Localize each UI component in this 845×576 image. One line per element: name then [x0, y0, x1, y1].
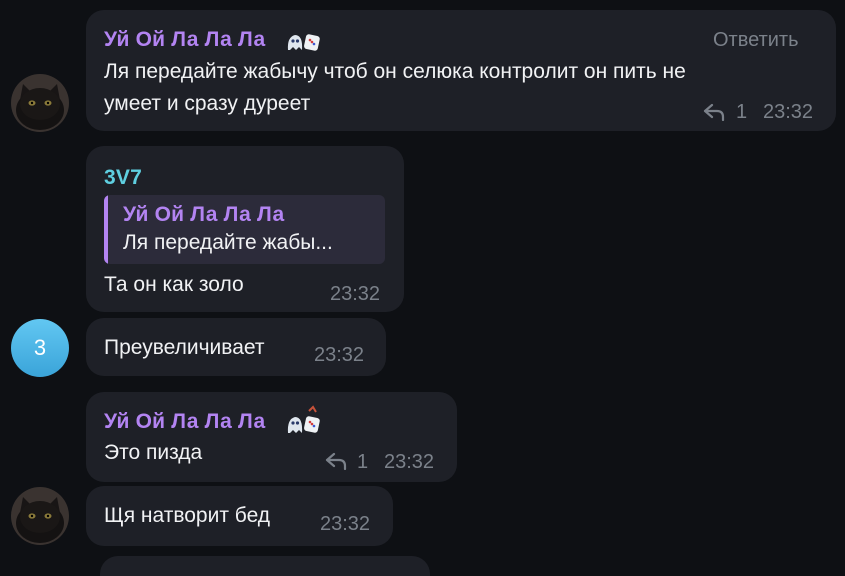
avatar-cat[interactable] [11, 74, 69, 132]
ghost-dice-emoji [287, 405, 320, 433]
message-time: 23:32 [384, 451, 435, 473]
avatar-letter[interactable]: 3 [11, 319, 69, 377]
ghost-dice-emoji [287, 34, 320, 51]
reply-count[interactable]: 1 [357, 451, 368, 474]
cat-photo-icon [11, 487, 69, 545]
message-bubble-partial[interactable] [100, 556, 430, 576]
sender-name[interactable]: Уй Ой Ла Ла Ла [104, 410, 265, 434]
sender-name[interactable]: Уй Ой Ла Ла Ла [104, 28, 265, 52]
quoted-message[interactable]: Уй Ой Ла Ла Ла Ля передайте жабы... [104, 195, 385, 264]
message-bubble[interactable]: Уй Ой Ла Ла Ла Ответить Ля передайте жаб… [86, 10, 836, 131]
message-text: Преувеличивает [104, 336, 265, 359]
message-text: умеет и сразу дуреет [104, 92, 311, 115]
message-text: Щя натворит бед [104, 504, 271, 527]
message-time: 23:32 [320, 513, 371, 535]
message-bubble[interactable]: Щя натворит бед 23:32 [86, 486, 393, 546]
message-time: 23:32 [314, 344, 365, 366]
message-text: Ля передайте жабычу чтоб он селюка контр… [104, 60, 686, 83]
avatar-cat[interactable] [11, 487, 69, 545]
reply-button[interactable]: Ответить [713, 29, 799, 52]
reply-arrow-icon[interactable] [703, 103, 725, 121]
reply-arrow-icon[interactable] [325, 452, 347, 470]
message-time: 23:32 [330, 283, 381, 305]
quote-sender: Уй Ой Ла Ла Ла [123, 203, 285, 226]
message-time: 23:32 [763, 101, 814, 123]
quote-text: Ля передайте жабы... [123, 231, 333, 254]
message-text: Та он как золо [104, 273, 244, 296]
quote-bar [104, 195, 108, 264]
message-bubble[interactable]: Уй Ой Ла Ла Ла Это пизда 1 23:32 [86, 392, 457, 482]
cat-photo-icon [11, 74, 69, 132]
message-bubble[interactable]: Преувеличивает 23:32 [86, 318, 386, 376]
sender-name[interactable]: 3V7 [104, 166, 142, 190]
reply-count[interactable]: 1 [736, 101, 747, 124]
message-text: Это пизда [104, 441, 203, 464]
message-bubble[interactable]: 3V7 Уй Ой Ла Ла Ла Ля передайте жабы... … [86, 146, 404, 312]
